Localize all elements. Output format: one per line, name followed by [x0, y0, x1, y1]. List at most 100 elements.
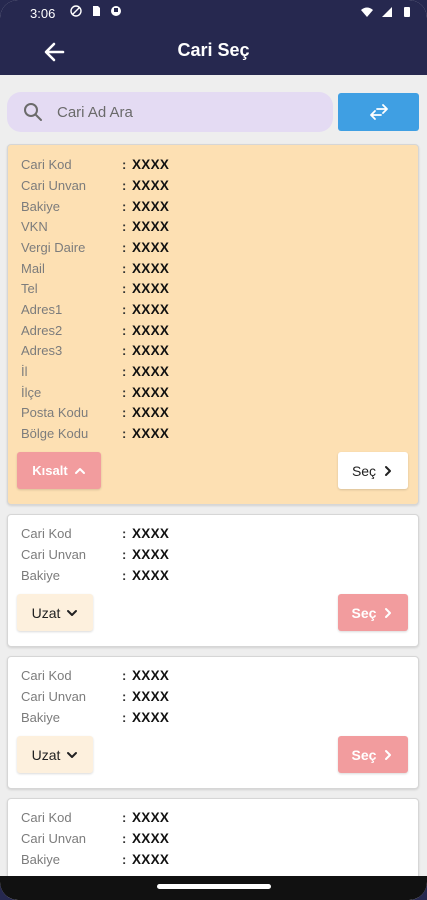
search-box[interactable]	[7, 92, 333, 132]
field-value: XXXX	[132, 218, 170, 234]
field-label: Adres2	[21, 322, 63, 338]
select-button-label: Seç	[351, 604, 377, 621]
field-row-adres2: Adres2: XXXX	[21, 322, 170, 338]
field-value: XXXX	[132, 851, 170, 867]
wifi-icon	[361, 7, 373, 17]
expand-button[interactable]: Uzat	[17, 736, 93, 773]
field-row-cari-kod: Cari Kod: XXXX	[21, 667, 170, 683]
field-value: XXXX	[132, 177, 170, 193]
app-notification-icon	[111, 6, 121, 16]
field-label: Bölge Kodu	[21, 425, 89, 441]
field-value: XXXX	[132, 384, 170, 400]
field-value: XXXX	[132, 404, 170, 420]
chevron-right-icon	[385, 749, 392, 760]
select-button[interactable]: Seç	[338, 452, 408, 489]
select-button[interactable]: Seç	[338, 594, 408, 631]
field-label: Bakiye	[21, 198, 61, 214]
field-value: XXXX	[132, 709, 170, 725]
search-icon	[24, 103, 42, 121]
battery-icon	[404, 7, 410, 17]
collapse-button-label: Kısalt	[32, 463, 68, 478]
field-label: VKN	[21, 218, 48, 234]
field-value: XXXX	[132, 239, 170, 255]
field-value: XXXX	[132, 546, 170, 562]
field-label: İl	[21, 363, 28, 379]
field-label: İlçe	[21, 384, 42, 400]
status-bar: 3:06	[0, 0, 427, 28]
field-label: Mail	[21, 260, 45, 276]
screen: 3:06 Cari Seç Cari Ad Ara Cari Kod: XXX…	[0, 0, 427, 900]
field-value: XXXX	[132, 567, 170, 583]
page-title: Cari Seç	[177, 40, 250, 60]
field-value: XXXX	[132, 301, 170, 317]
do-not-disturb-icon	[70, 5, 82, 17]
signal-icon	[382, 7, 392, 17]
home-indicator[interactable]	[157, 884, 271, 889]
field-row-tel: Tel: XXXX	[21, 280, 170, 296]
field-row-adres1: Adres1: XXXX	[21, 301, 170, 317]
field-label: Posta Kodu	[21, 404, 89, 420]
field-row-ilce: İlçe: XXXX	[21, 384, 170, 400]
field-row-cari-unvan: Cari Unvan: XXXX	[21, 688, 170, 704]
field-label: Cari Unvan	[21, 546, 87, 562]
field-row-cari-kod: Cari Kod: XXXX	[21, 525, 170, 541]
field-row-bolge-kodu: Bölge Kodu: XXXX	[21, 425, 170, 441]
field-value: XXXX	[132, 667, 170, 683]
field-value: XXXX	[132, 322, 170, 338]
field-label: Cari Kod	[21, 156, 72, 172]
field-row-bakiye: Bakiye: XXXX	[21, 851, 170, 867]
field-label: Cari Kod	[21, 525, 72, 541]
chevron-up-icon	[74, 467, 85, 474]
field-value: XXXX	[132, 425, 170, 441]
field-row-cari-unvan: Cari Unvan: XXXX	[21, 177, 170, 193]
field-value: XXXX	[132, 363, 170, 379]
expand-button-label: Uzat	[31, 746, 61, 763]
field-row-bakiye: Bakiye: XXXX	[21, 709, 170, 725]
field-label: Vergi Daire	[21, 239, 86, 255]
field-row-cari-kod: Cari Kod: XXXX	[21, 156, 170, 172]
chevron-right-icon	[385, 465, 392, 476]
chevron-down-icon	[67, 751, 78, 758]
expand-button[interactable]: Uzat	[17, 594, 93, 631]
swap-button[interactable]	[338, 93, 419, 131]
search-input[interactable]	[57, 103, 307, 121]
field-value: XXXX	[132, 525, 170, 541]
field-row-vkn: VKN: XXXX	[21, 218, 170, 234]
collapse-button[interactable]: Kısalt	[17, 452, 101, 489]
field-value: XXXX	[132, 830, 170, 846]
field-label: Cari Kod	[21, 809, 72, 825]
field-label: Bakiye	[21, 851, 61, 867]
field-value: XXXX	[132, 156, 170, 172]
field-value: XXXX	[132, 260, 170, 276]
field-label: Cari Unvan	[21, 688, 87, 704]
sd-card-icon	[93, 6, 100, 16]
field-row-bakiye: Bakiye: XXXX	[21, 567, 170, 583]
field-value: XXXX	[132, 809, 170, 825]
field-row-posta-kodu: Posta Kodu: XXXX	[21, 404, 170, 420]
field-row-il: İl: XXXX	[21, 363, 170, 379]
field-label: Adres1	[21, 301, 63, 317]
field-row-adres3: Adres3: XXXX	[21, 342, 170, 358]
field-value: XXXX	[132, 342, 170, 358]
field-label: Bakiye	[21, 709, 61, 725]
field-value: XXXX	[132, 280, 170, 296]
field-label: Adres3	[21, 342, 63, 358]
field-label: Cari Unvan	[21, 177, 87, 193]
status-time: 3:06	[30, 6, 56, 21]
cari-card: Cari Kod: XXXX Cari Unvan: XXXX Bakiye: XXX…	[7, 656, 419, 789]
select-button-label: Seç	[351, 746, 377, 763]
select-button[interactable]: Seç	[338, 736, 408, 773]
field-row-bakiye: Bakiye: XXXX	[21, 198, 170, 214]
field-row-cari-unvan: Cari Unvan: XXXX	[21, 546, 170, 562]
field-label: Cari Kod	[21, 667, 72, 683]
field-row-cari-unvan: Cari Unvan: XXXX	[21, 830, 170, 846]
swap-arrows-icon	[369, 104, 388, 120]
field-label: Cari Unvan	[21, 830, 87, 846]
field-row-mail: Mail: XXXX	[21, 260, 170, 276]
status-notification-icons	[70, 5, 122, 17]
expand-button-label: Uzat	[31, 604, 61, 621]
field-row-cari-kod: Cari Kod: XXXX	[21, 809, 170, 825]
field-label: Tel	[21, 280, 38, 296]
chevron-down-icon	[67, 609, 78, 616]
app-bar: Cari Seç	[0, 28, 427, 75]
